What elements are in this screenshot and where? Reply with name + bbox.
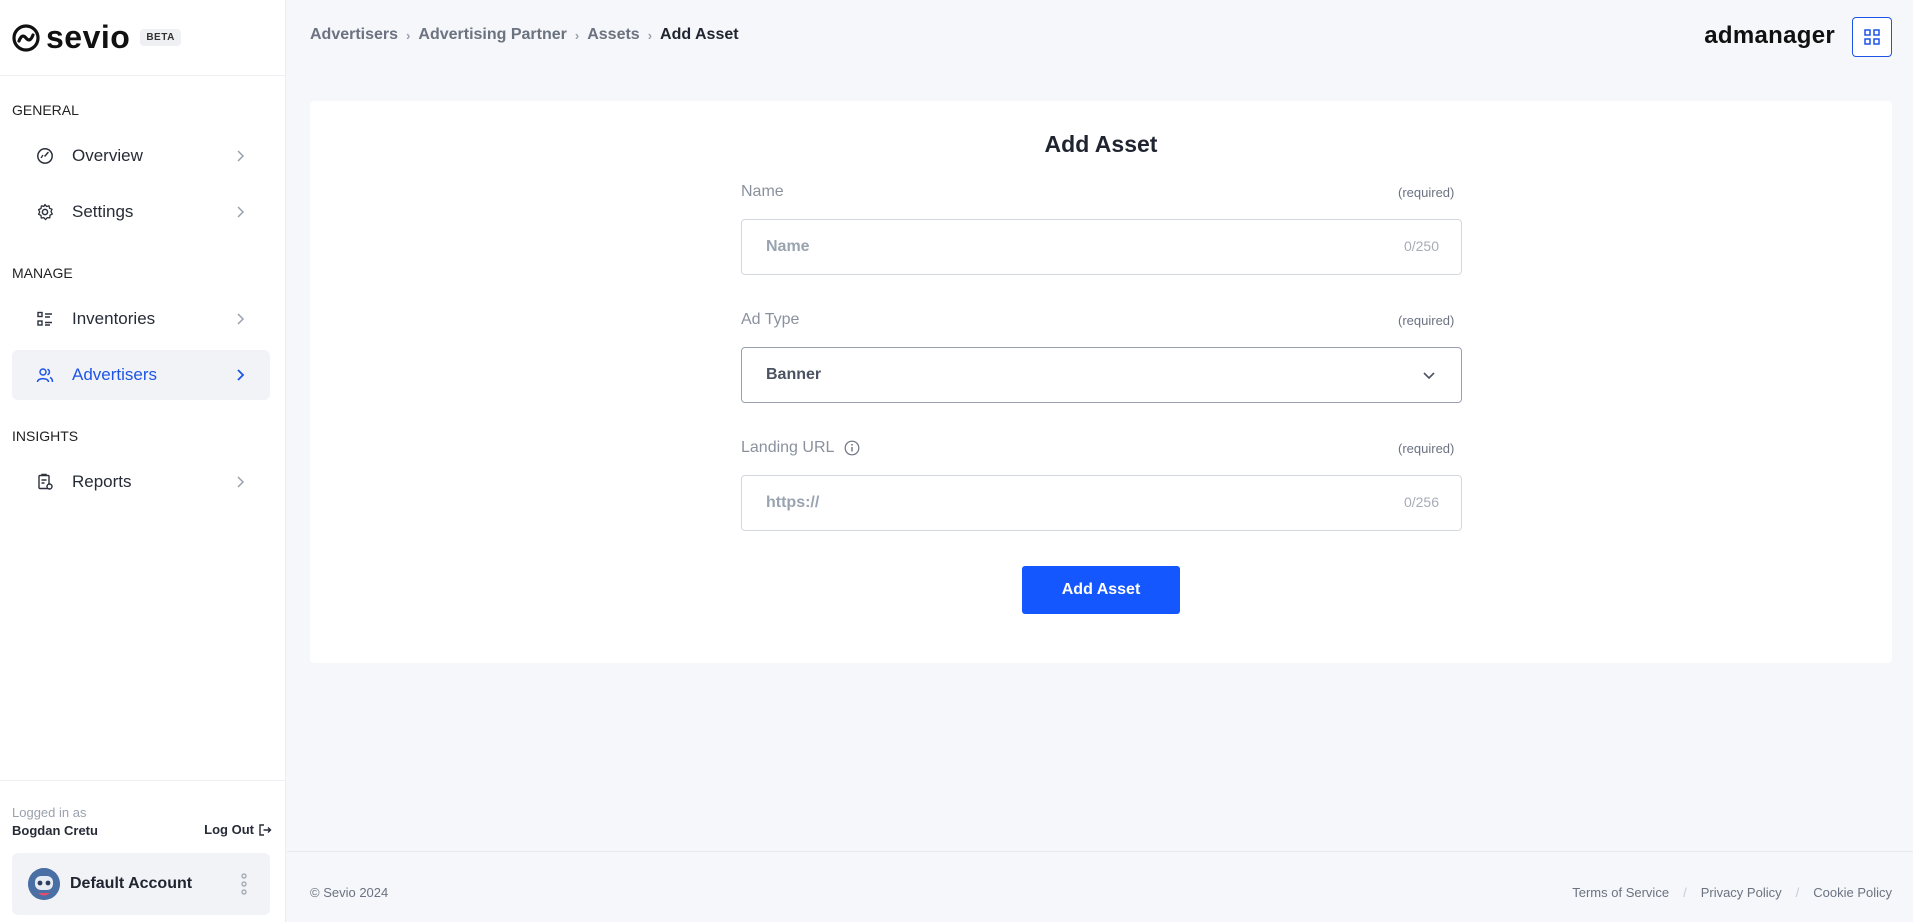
- chevron-down-icon: [1423, 372, 1435, 380]
- list-icon: [36, 310, 54, 328]
- grid-icon: [1864, 29, 1880, 45]
- ad-type-required-note: (required): [1398, 313, 1455, 328]
- sidebar-item-advertisers[interactable]: Advertisers: [12, 350, 270, 400]
- landing-url-label: Landing URL: [741, 439, 860, 457]
- logout-icon: [259, 823, 272, 836]
- chevron-right-icon: [237, 206, 245, 218]
- breadcrumb-separator-icon: ›: [406, 27, 411, 43]
- name-field-box: 0/250: [741, 219, 1462, 275]
- sidebar-item-settings[interactable]: Settings: [12, 187, 270, 237]
- logo-row: sevio BETA: [0, 0, 285, 76]
- sidebar-item-overview[interactable]: Overview: [12, 131, 270, 181]
- users-icon: [36, 366, 54, 384]
- sidebar-item-label: Overview: [72, 146, 143, 165]
- chevron-right-icon: [237, 313, 245, 325]
- sidebar-item-label: Settings: [72, 202, 134, 221]
- sidebar-item-label: Reports: [72, 472, 132, 491]
- breadcrumb-advertising-partner[interactable]: Advertising Partner: [418, 26, 566, 44]
- sidebar-item-reports[interactable]: Reports: [12, 457, 270, 507]
- landing-url-char-counter: 0/256: [1403, 494, 1439, 510]
- account-switcher[interactable]: Default Account: [12, 853, 270, 915]
- section-general: GENERAL: [12, 102, 79, 118]
- page-footer: © Sevio 2024 Terms of Service / Privacy …: [287, 851, 1913, 922]
- footer-separator: /: [1795, 885, 1800, 900]
- logout-button[interactable]: Log Out: [204, 822, 272, 837]
- avatar: [28, 868, 60, 900]
- breadcrumb: Advertisers › Advertising Partner › Asse…: [310, 26, 739, 44]
- ad-type-label: Ad Type: [741, 311, 800, 328]
- logout-label: Log Out: [204, 822, 254, 837]
- app-switcher-button[interactable]: [1852, 17, 1892, 57]
- name-required-note: (required): [1398, 185, 1455, 200]
- ad-type-select[interactable]: Banner: [741, 347, 1462, 403]
- sidebar: sevio BETA GENERAL Overview Settings MAN…: [0, 0, 286, 922]
- section-insights: INSIGHTS: [12, 428, 79, 444]
- brand-logo: admanager: [1704, 22, 1835, 49]
- landing-url-field-box: 0/256: [741, 475, 1462, 531]
- chevron-right-icon: [237, 476, 245, 488]
- more-options-icon[interactable]: [240, 873, 248, 895]
- name-label: Name: [741, 183, 784, 200]
- dashboard-icon: [36, 147, 54, 165]
- sevio-logo-icon: [12, 23, 40, 52]
- chevron-right-icon: [237, 369, 245, 381]
- page-title: Add Asset: [1044, 131, 1158, 157]
- breadcrumb-current: Add Asset: [660, 26, 739, 43]
- breadcrumb-advertisers[interactable]: Advertisers: [310, 26, 398, 44]
- footer-links: Terms of Service / Privacy Policy / Cook…: [1572, 885, 1892, 900]
- terms-link[interactable]: Terms of Service: [1572, 885, 1669, 900]
- landing-url-input[interactable]: [742, 476, 1342, 530]
- chevron-right-icon: [237, 150, 245, 162]
- sidebar-item-label: Advertisers: [72, 365, 158, 384]
- privacy-link[interactable]: Privacy Policy: [1701, 885, 1782, 900]
- sidebar-item-inventories[interactable]: Inventories: [12, 294, 270, 344]
- add-asset-card: Add Asset Name (required) 0/250 Ad Type …: [310, 101, 1892, 663]
- ad-type-selected-value: Banner: [766, 366, 822, 383]
- section-manage: MANAGE: [12, 265, 73, 281]
- name-input[interactable]: [742, 220, 1342, 274]
- breadcrumb-separator-icon: ›: [574, 27, 580, 43]
- landing-url-label-text: Landing URL: [741, 439, 834, 456]
- add-asset-button[interactable]: Add Asset: [1022, 566, 1180, 614]
- account-name: Default Account: [70, 875, 193, 892]
- logo-text: sevio: [46, 19, 131, 55]
- sidebar-item-label: Inventories: [72, 309, 156, 328]
- name-char-counter: 0/250: [1403, 238, 1439, 254]
- copyright: © Sevio 2024: [310, 885, 389, 900]
- breadcrumb-assets[interactable]: Assets: [587, 26, 639, 44]
- logged-in-label: Logged in as: [12, 805, 87, 820]
- logged-in-user: Bogdan Cretu: [12, 823, 98, 838]
- beta-badge: BETA: [140, 29, 181, 46]
- footer-separator: /: [1683, 885, 1687, 900]
- landing-url-required-note: (required): [1398, 441, 1455, 456]
- breadcrumb-separator-icon: ›: [647, 27, 653, 43]
- gear-icon: [36, 203, 54, 221]
- cookie-link[interactable]: Cookie Policy: [1813, 885, 1892, 900]
- report-icon: [36, 473, 54, 491]
- sidebar-footer: Logged in as Bogdan Cretu Log Out Defaul…: [0, 780, 286, 922]
- info-icon[interactable]: [844, 440, 860, 456]
